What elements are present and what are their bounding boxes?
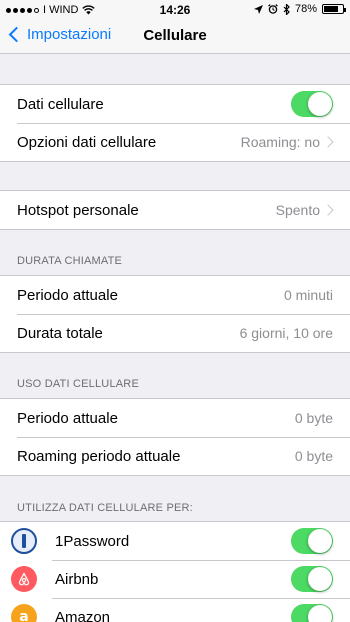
current-period-value: 0 minuti bbox=[283, 287, 333, 303]
location-icon bbox=[253, 4, 263, 14]
apps-group: 1Password Airbnb a Amazon bbox=[0, 521, 350, 622]
data-usage-group: Periodo attuale 0 byte Roaming periodo a… bbox=[0, 398, 350, 476]
battery-percent: 78% bbox=[294, 3, 317, 15]
roaming-current-period-label: Roaming periodo attuale bbox=[17, 447, 181, 465]
current-period-label: Periodo attuale bbox=[17, 286, 118, 304]
hotspot-label: Hotspot personale bbox=[17, 201, 139, 219]
cellular-options-row[interactable]: Opzioni dati cellulare Roaming: no bbox=[0, 123, 350, 161]
chevron-right-icon bbox=[322, 136, 334, 148]
battery-icon bbox=[322, 4, 346, 14]
app-row-1password: 1Password bbox=[0, 522, 350, 560]
hotspot-row[interactable]: Hotspot personale Spento bbox=[0, 191, 350, 229]
roaming-current-period-value: 0 byte bbox=[294, 448, 333, 464]
app-label-1password: 1Password bbox=[55, 532, 130, 550]
alarm-icon bbox=[268, 4, 278, 14]
section-header-apps: UTILIZZA DATI CELLULARE PER: bbox=[17, 502, 193, 514]
toggle-amazon[interactable] bbox=[291, 604, 333, 622]
toggle-airbnb[interactable] bbox=[291, 566, 333, 592]
cellular-options-label: Opzioni dati cellulare bbox=[17, 133, 157, 151]
page-title: Cellulare bbox=[143, 27, 207, 44]
status-bar: I WIND 14:26 78% bbox=[0, 0, 350, 20]
app-row-amazon: a Amazon bbox=[0, 598, 350, 622]
hotspot-group: Hotspot personale Spento bbox=[0, 190, 350, 230]
bluetooth-icon bbox=[283, 3, 290, 15]
total-duration-value: 6 giorni, 10 ore bbox=[239, 325, 333, 341]
cellular-data-label: Dati cellulare bbox=[17, 95, 104, 113]
toggle-knob bbox=[308, 567, 332, 591]
app-row-airbnb: Airbnb bbox=[0, 560, 350, 598]
cellular-data-toggle[interactable] bbox=[291, 91, 333, 117]
app-label-amazon: Amazon bbox=[55, 608, 111, 622]
1password-icon bbox=[11, 528, 37, 554]
app-label-airbnb: Airbnb bbox=[55, 570, 99, 588]
cellular-data-group: Dati cellulare Opzioni dati cellulare Ro… bbox=[0, 84, 350, 162]
current-period-row: Periodo attuale 0 minuti bbox=[0, 276, 350, 314]
toggle-knob bbox=[308, 92, 332, 116]
cellular-data-row: Dati cellulare bbox=[0, 85, 350, 123]
hotspot-value: Spento bbox=[275, 202, 320, 218]
toggle-knob bbox=[308, 605, 332, 622]
section-header-data-usage: USO DATI CELLULARE bbox=[17, 378, 139, 390]
call-duration-group: Periodo attuale 0 minuti Durata totale 6… bbox=[0, 275, 350, 353]
nav-bar: Impostazioni Cellulare bbox=[0, 20, 350, 54]
battery-level bbox=[324, 6, 339, 12]
data-current-period-value: 0 byte bbox=[294, 410, 333, 426]
total-duration-label: Durata totale bbox=[17, 324, 103, 342]
amazon-icon: a bbox=[11, 604, 37, 622]
airbnb-icon bbox=[11, 566, 37, 592]
data-current-period-label: Periodo attuale bbox=[17, 409, 118, 427]
roaming-current-period-row: Roaming periodo attuale 0 byte bbox=[0, 437, 350, 475]
chevron-right-icon bbox=[322, 204, 334, 216]
data-current-period-row: Periodo attuale 0 byte bbox=[0, 399, 350, 437]
section-header-call-duration: DURATA CHIAMATE bbox=[17, 255, 123, 267]
toggle-1password[interactable] bbox=[291, 528, 333, 554]
status-right: 78% bbox=[253, 3, 346, 15]
cellular-options-value: Roaming: no bbox=[240, 134, 320, 150]
toggle-knob bbox=[308, 529, 332, 553]
total-duration-row: Durata totale 6 giorni, 10 ore bbox=[0, 314, 350, 352]
